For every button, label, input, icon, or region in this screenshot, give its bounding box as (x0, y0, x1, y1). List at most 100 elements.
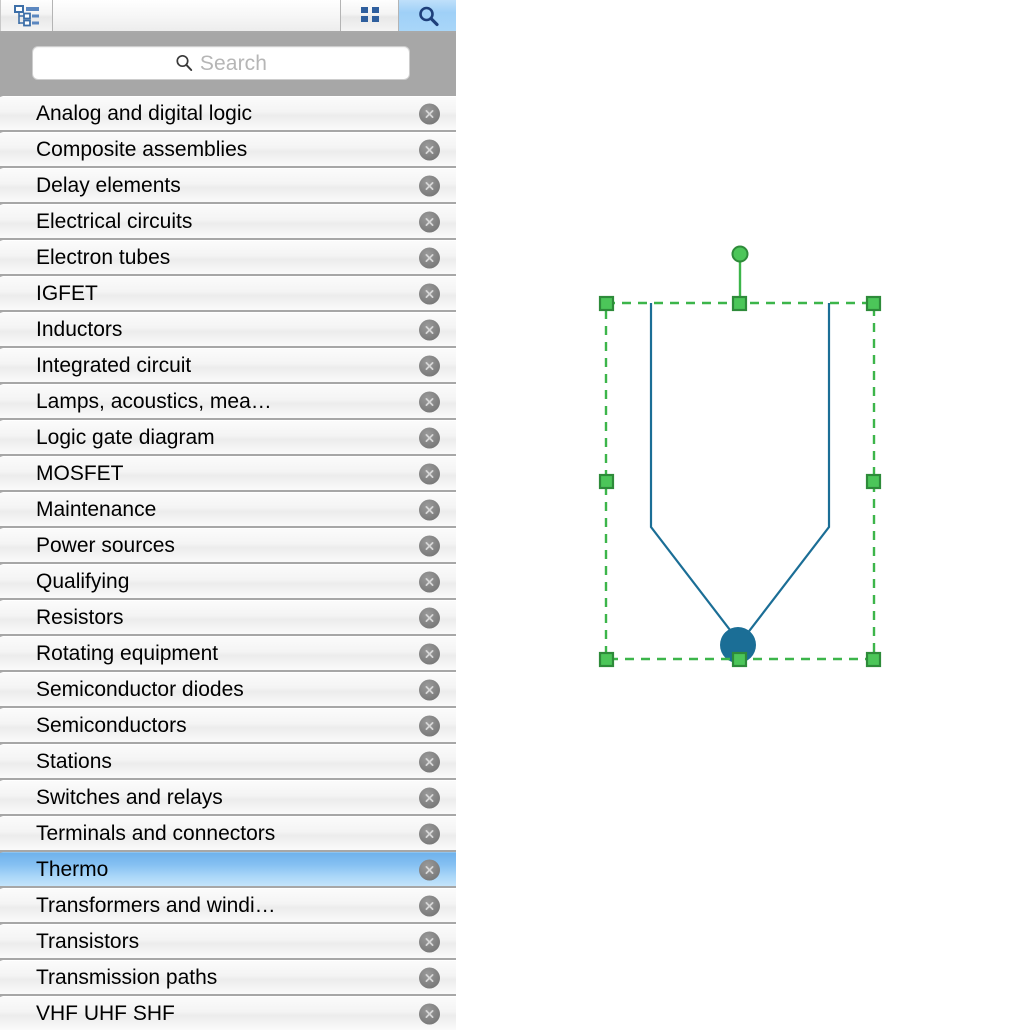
list-item[interactable]: VHF UHF SHF (0, 996, 456, 1030)
close-circle-icon[interactable] (419, 427, 440, 448)
selection-bounds (604, 301, 876, 661)
list-item[interactable]: Delay elements (0, 168, 456, 202)
close-circle-icon[interactable] (419, 967, 440, 988)
list-item[interactable]: Switches and relays (0, 780, 456, 814)
list-item-label: Semiconductor diodes (36, 677, 244, 701)
list-item[interactable]: Electrical circuits (0, 204, 456, 238)
list-item-label: Composite assemblies (36, 137, 248, 161)
handle-top-right[interactable] (865, 295, 882, 312)
handle-top-left[interactable] (598, 295, 615, 312)
drawing-canvas[interactable] (456, 0, 1034, 1030)
handle-bottom-left[interactable] (598, 651, 615, 668)
application-window: Search Analog and digital logic Composite… (0, 0, 1034, 1030)
list-item-label: Maintenance (36, 497, 157, 521)
list-item[interactable]: Thermo (0, 852, 456, 886)
close-circle-icon[interactable] (419, 931, 440, 952)
close-circle-icon[interactable] (419, 391, 440, 412)
search-icon (176, 54, 193, 71)
list-item[interactable]: Transmission paths (0, 960, 456, 994)
thermocouple-symbol[interactable] (649, 303, 831, 663)
search-input[interactable]: Search (32, 46, 410, 80)
close-circle-icon[interactable] (419, 1003, 440, 1024)
list-item[interactable]: Transistors (0, 924, 456, 958)
list-item-label: Integrated circuit (36, 353, 192, 377)
list-item-label: Lamps, acoustics, mea… (36, 389, 272, 413)
handle-bottom-right[interactable] (865, 651, 882, 668)
close-circle-icon[interactable] (419, 319, 440, 340)
close-circle-icon[interactable] (419, 103, 440, 124)
list-item[interactable]: Maintenance (0, 492, 456, 526)
list-item-label: IGFET (36, 281, 98, 305)
list-item-label: Switches and relays (36, 785, 223, 809)
close-circle-icon[interactable] (419, 175, 440, 196)
list-item[interactable]: Lamps, acoustics, mea… (0, 384, 456, 418)
list-item-label: Resistors (36, 605, 124, 629)
list-item[interactable]: Composite assemblies (0, 132, 456, 166)
handle-middle-right[interactable] (865, 473, 882, 490)
close-circle-icon[interactable] (419, 535, 440, 556)
list-item[interactable]: Semiconductor diodes (0, 672, 456, 706)
list-item[interactable]: Analog and digital logic (0, 96, 456, 130)
selection-overlay (598, 245, 882, 668)
close-circle-icon[interactable] (419, 751, 440, 772)
close-circle-icon[interactable] (419, 247, 440, 268)
list-item-label: VHF UHF SHF (36, 1001, 175, 1025)
list-item-label: Stations (36, 749, 112, 773)
close-circle-icon[interactable] (419, 679, 440, 700)
search-zone: Search (0, 33, 456, 96)
list-item[interactable]: Semiconductors (0, 708, 456, 742)
toolbar-empty-field[interactable] (53, 0, 341, 31)
search-view-button[interactable] (399, 0, 456, 31)
list-item[interactable]: IGFET (0, 276, 456, 310)
tree-view-button[interactable] (0, 0, 53, 31)
close-circle-icon[interactable] (419, 787, 440, 808)
list-item-label: Terminals and connectors (36, 821, 276, 845)
list-item[interactable]: Electron tubes (0, 240, 456, 274)
grid-view-button[interactable] (341, 0, 399, 31)
close-circle-icon[interactable] (419, 211, 440, 232)
list-item[interactable]: Resistors (0, 600, 456, 634)
panel-toolbar (0, 0, 456, 33)
close-circle-icon[interactable] (419, 823, 440, 844)
list-item[interactable]: Inductors (0, 312, 456, 346)
resize-handles[interactable] (598, 295, 882, 668)
handle-bottom-center[interactable] (731, 651, 748, 668)
list-item[interactable]: Power sources (0, 528, 456, 562)
close-circle-icon[interactable] (419, 463, 440, 484)
selected-shape-group (598, 245, 882, 668)
close-circle-icon[interactable] (419, 499, 440, 520)
close-circle-icon[interactable] (419, 571, 440, 592)
list-item[interactable]: Rotating equipment (0, 636, 456, 670)
list-item[interactable]: Transformers and windi… (0, 888, 456, 922)
search-icon (418, 6, 439, 26)
close-circle-icon[interactable] (419, 355, 440, 376)
rotation-handle[interactable] (731, 245, 749, 263)
category-list[interactable]: Analog and digital logic Composite assemb… (0, 96, 456, 1030)
close-circle-icon[interactable] (419, 895, 440, 916)
list-item-label: Power sources (36, 533, 175, 557)
list-item[interactable]: Terminals and connectors (0, 816, 456, 850)
handle-middle-left[interactable] (598, 473, 615, 490)
list-item-label: Transformers and windi… (36, 893, 276, 917)
close-circle-icon[interactable] (419, 715, 440, 736)
close-circle-icon[interactable] (419, 859, 440, 880)
shape-library-panel: Search Analog and digital logic Composite… (0, 0, 456, 1030)
list-item-label: Qualifying (36, 569, 130, 593)
tree-icon (13, 4, 39, 26)
close-circle-icon[interactable] (419, 139, 440, 160)
close-circle-icon[interactable] (419, 283, 440, 304)
close-circle-icon[interactable] (419, 643, 440, 664)
close-circle-icon[interactable] (419, 607, 440, 628)
handle-top-center[interactable] (731, 295, 748, 312)
list-item[interactable]: Integrated circuit (0, 348, 456, 382)
list-item-label: Rotating equipment (36, 641, 219, 665)
list-item[interactable]: MOSFET (0, 456, 456, 490)
list-item[interactable]: Logic gate diagram (0, 420, 456, 454)
list-item-label: Thermo (36, 857, 109, 881)
list-item[interactable]: Stations (0, 744, 456, 778)
list-item-label: Electrical circuits (36, 209, 193, 233)
list-item-label: MOSFET (36, 461, 124, 485)
list-item-label: Inductors (36, 317, 123, 341)
list-item-label: Semiconductors (36, 713, 187, 737)
list-item[interactable]: Qualifying (0, 564, 456, 598)
